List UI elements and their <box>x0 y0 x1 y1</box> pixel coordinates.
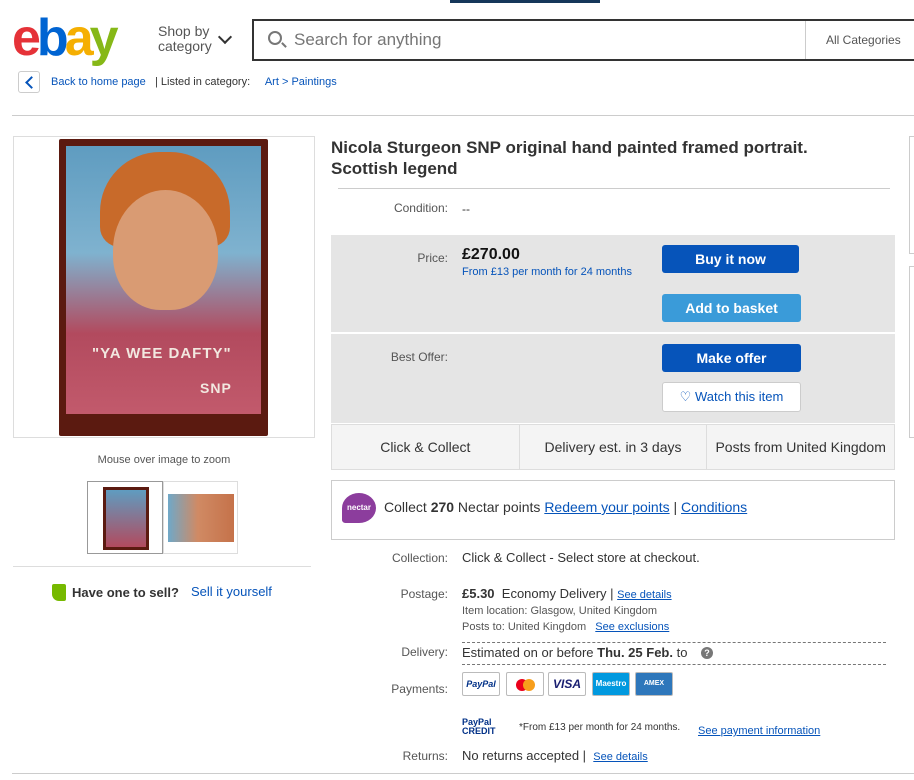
offer-panel <box>331 334 895 423</box>
amex-icon: AMEX <box>635 672 673 696</box>
shop-by-category-button[interactable]: Shop by category <box>158 24 212 54</box>
divider <box>805 21 806 59</box>
side-panel-edge <box>909 266 914 438</box>
painting-signature: SNP <box>200 380 232 396</box>
item-title: Nicola Sturgeon SNP original hand painte… <box>331 138 808 178</box>
returns-value: No returns accepted | See details <box>462 748 648 763</box>
heart-icon: ♡ <box>679 389 692 404</box>
breadcrumb-separator: > <box>281 76 289 88</box>
conditions-link[interactable]: Conditions <box>681 499 747 515</box>
postage-value: £5.30 Economy Delivery | See details <box>462 586 672 601</box>
paypal-credit-icon: PayPal CREDIT <box>462 717 496 736</box>
price-label: Price: <box>417 251 448 265</box>
painting-face <box>113 190 218 310</box>
divider <box>13 566 311 567</box>
price-panel <box>331 235 895 332</box>
divider <box>462 664 886 665</box>
divider <box>12 115 914 116</box>
price-tag-icon <box>52 584 66 601</box>
side-panel-edge <box>909 136 914 254</box>
listed-in-label: | Listed in category: <box>154 76 251 88</box>
paypal-icon: PayPal <box>462 672 500 696</box>
ebay-logo[interactable]: ebay <box>12 12 119 64</box>
divider <box>338 188 890 189</box>
price-value: £270.00 <box>462 246 520 263</box>
divider <box>12 773 914 774</box>
see-details-link[interactable]: See details <box>617 589 671 601</box>
shop-by-label: Shop by <box>158 23 210 39</box>
delivery-label: Delivery: <box>401 645 448 659</box>
posts-from-tab: Posts from United Kingdom <box>715 439 886 455</box>
posts-to: Posts to: United Kingdom See exclusions <box>462 621 670 633</box>
item-location: Item location: Glasgow, United Kingdom <box>462 605 658 617</box>
paypal-credit-text: *From £13 per month for 24 months. <box>519 722 681 733</box>
see-exclusions-link[interactable]: See exclusions <box>595 621 669 633</box>
finance-link[interactable]: From £13 per month for 24 months <box>462 266 632 278</box>
add-to-basket-button[interactable]: Add to basket <box>662 294 801 322</box>
chevron-down-icon[interactable] <box>217 29 233 45</box>
returns-label: Returns: <box>402 749 448 763</box>
thumbnail-2[interactable] <box>163 481 238 554</box>
buy-it-now-button[interactable]: Buy it now <box>662 245 799 273</box>
collection-label: Collection: <box>391 551 448 565</box>
sell-it-yourself-link[interactable]: Sell it yourself <box>191 584 272 599</box>
watch-item-button[interactable]: ♡ Watch this item <box>662 382 801 412</box>
zoom-hint: Mouse over image to zoom <box>97 454 231 466</box>
maestro-icon: Maestro <box>592 672 630 696</box>
top-accent-bar <box>450 0 600 3</box>
breadcrumb: Back to home page | Listed in category: … <box>51 76 337 88</box>
painting-caption: "YA WEE DAFTY" <box>92 345 232 362</box>
make-offer-button[interactable]: Make offer <box>662 344 801 372</box>
postage-label: Postage: <box>400 587 448 601</box>
thumbnail-1[interactable] <box>87 481 163 554</box>
payments-label: Payments: <box>391 682 448 696</box>
mastercard-icon <box>506 672 544 696</box>
category-label: category <box>158 38 212 54</box>
category-link-paintings[interactable]: Paintings <box>291 76 336 88</box>
shipping-summary: Click & Collect Delivery est. in 3 days … <box>331 424 895 470</box>
sell-question: Have one to sell? <box>72 585 179 600</box>
search-icon <box>268 31 282 45</box>
collection-value: Click & Collect - Select store at checko… <box>462 550 700 565</box>
search-input[interactable] <box>294 30 774 50</box>
visa-icon: VISA <box>548 672 586 696</box>
condition-label: Condition: <box>393 201 448 215</box>
nectar-text: Collect 270 Nectar points Redeem your po… <box>384 499 748 515</box>
category-select[interactable]: All Categories <box>826 33 901 47</box>
help-icon[interactable]: ? <box>701 647 713 659</box>
see-payment-info-link[interactable]: See payment information <box>698 725 820 737</box>
redeem-points-link[interactable]: Redeem your points <box>544 499 669 515</box>
condition-value: -- <box>462 202 470 216</box>
delivery-estimate-tab: Delivery est. in 3 days <box>520 425 708 469</box>
click-collect-tab: Click & Collect <box>332 425 520 469</box>
nectar-logo-icon: nectar <box>342 493 376 523</box>
back-arrow-icon[interactable] <box>18 71 40 93</box>
back-to-home-link[interactable]: Back to home page <box>51 76 146 88</box>
category-link-art[interactable]: Art <box>265 76 279 88</box>
best-offer-label: Best Offer: <box>390 350 448 364</box>
delivery-estimate: Estimated on or before Thu. 25 Feb. to <box>462 645 688 660</box>
returns-see-details-link[interactable]: See details <box>593 751 647 763</box>
divider <box>462 642 886 643</box>
